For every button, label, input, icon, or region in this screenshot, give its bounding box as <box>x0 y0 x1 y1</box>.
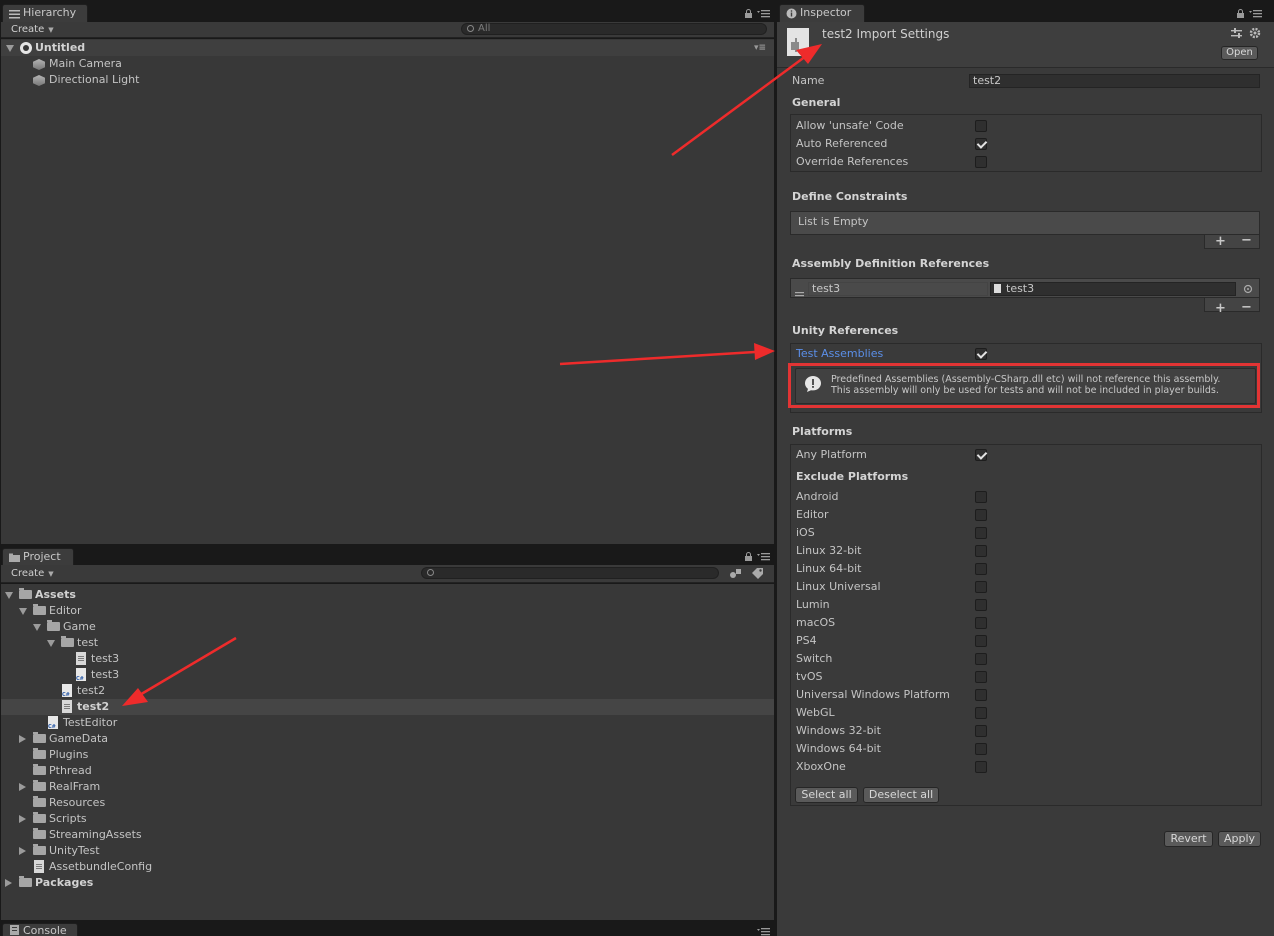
annotation-arrow-title <box>671 44 822 157</box>
annotation-arrows <box>122 44 822 706</box>
annotation-arrow-test-assemblies <box>559 343 775 366</box>
annotation-arrow-project-item <box>122 636 237 706</box>
